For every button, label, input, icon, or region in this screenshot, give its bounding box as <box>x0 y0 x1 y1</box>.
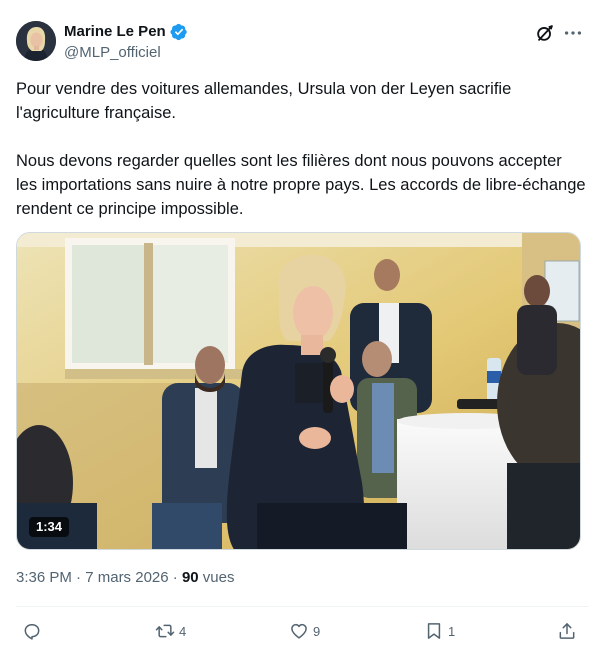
tweet-time[interactable]: 3:36 PM <box>16 568 72 588</box>
views-count[interactable]: 90 <box>182 568 199 588</box>
video-player[interactable]: 1:34 <box>16 232 581 550</box>
reply-icon <box>24 624 40 640</box>
share-icon <box>559 623 575 639</box>
avatar[interactable] <box>16 21 56 61</box>
grok-button[interactable] <box>534 22 556 44</box>
meta-separator: · <box>168 569 182 586</box>
verified-badge-icon <box>170 23 187 41</box>
tweet-paragraph: Pour vendre des voitures allemandes, Urs… <box>16 80 516 122</box>
like-button[interactable]: 9 <box>289 620 320 642</box>
share-button[interactable] <box>557 620 577 642</box>
video-duration: 1:34 <box>29 517 70 537</box>
like-count: 9 <box>313 623 321 639</box>
divider <box>16 606 588 607</box>
more-icon <box>564 31 582 35</box>
views-label: vues <box>198 569 235 586</box>
tweet: Marine Le Pen @MLP_officiel Pour vendre … <box>0 0 606 662</box>
retweet-icon <box>155 624 175 638</box>
tweet-text: Pour vendre des voitures allemandes, Urs… <box>16 77 586 221</box>
bookmark-button[interactable]: 1 <box>424 620 455 642</box>
avatar-image <box>16 21 56 61</box>
retweet-count: 4 <box>179 623 187 639</box>
author-name-row: Marine Le Pen <box>64 22 188 42</box>
reply-button[interactable] <box>22 620 46 642</box>
author-handle[interactable]: @MLP_officiel <box>64 43 161 63</box>
retweet-button[interactable]: 4 <box>155 620 186 642</box>
video-thumbnail <box>17 233 580 549</box>
grok-icon <box>537 25 553 41</box>
tweet-date[interactable]: 7 mars 2026 <box>85 568 168 588</box>
more-options-button[interactable] <box>562 22 584 44</box>
author-display-name[interactable]: Marine Le Pen <box>64 22 166 42</box>
tweet-meta: 3:36 PM · 7 mars 2026 · 90 vues <box>16 568 235 588</box>
bookmark-count: 1 <box>448 623 456 639</box>
bookmark-icon <box>427 623 441 639</box>
tweet-paragraph: Nous devons regarder quelles sont les fi… <box>16 152 591 218</box>
meta-separator: · <box>71 569 86 586</box>
like-icon <box>291 623 307 639</box>
